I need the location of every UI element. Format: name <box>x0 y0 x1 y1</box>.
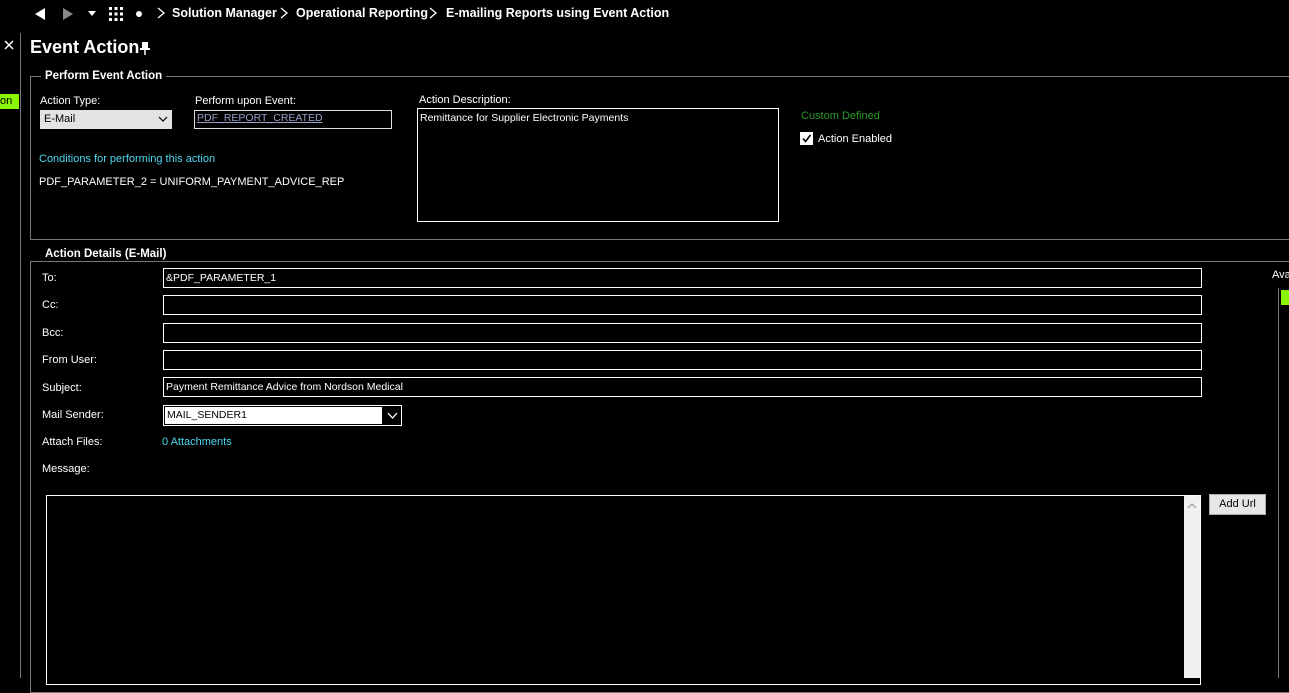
perform-upon-event-field[interactable]: PDF_REPORT_CREATED <box>194 110 392 129</box>
left-navigator-panel <box>0 33 21 678</box>
add-url-button[interactable]: Add Url <box>1209 494 1266 515</box>
breadcrumb-separator-icon <box>280 7 289 19</box>
action-description-textarea[interactable]: Remittance for Supplier Electronic Payme… <box>417 108 779 222</box>
right-panel-tab[interactable] <box>1281 290 1289 305</box>
action-details-legend: Action Details (E-Mail) <box>41 248 171 260</box>
breadcrumb-item-solution-manager[interactable]: Solution Manager <box>172 6 277 20</box>
scroll-up-icon <box>1187 503 1197 509</box>
subject-field[interactable]: Payment Remittance Advice from Nordson M… <box>163 377 1202 397</box>
right-panel-label: Ava <box>1272 269 1289 281</box>
attachments-link[interactable]: 0 Attachments <box>162 436 232 448</box>
history-dropdown-button[interactable] <box>84 3 100 25</box>
mail-sender-select[interactable]: MAIL_SENDER1 <box>163 405 402 426</box>
forward-button[interactable] <box>58 3 78 25</box>
breadcrumb-item-current-page[interactable]: E-mailing Reports using Event Action <box>446 6 669 20</box>
message-label: Message: <box>42 463 90 475</box>
action-enabled-label[interactable]: Action Enabled <box>818 133 892 145</box>
breadcrumb-separator-icon <box>157 7 166 19</box>
chevron-down-icon <box>88 11 96 16</box>
action-type-select[interactable]: E-Mail <box>40 110 172 129</box>
message-textarea[interactable] <box>46 495 1201 685</box>
back-button[interactable] <box>30 3 50 25</box>
cc-label: Cc: <box>42 299 59 311</box>
cc-field[interactable] <box>163 295 1202 315</box>
dot-icon <box>136 11 142 17</box>
chevron-down-icon <box>158 116 168 122</box>
mail-sender-label: Mail Sender: <box>42 409 104 421</box>
apps-grid-icon <box>109 7 123 21</box>
page-title: Event Action <box>30 37 140 57</box>
pin-button[interactable] <box>138 40 152 56</box>
checkmark-icon <box>802 134 812 143</box>
to-field[interactable]: &PDF_PARAMETER_1 <box>163 268 1202 288</box>
conditions-value: PDF_PARAMETER_2 = UNIFORM_PAYMENT_ADVICE… <box>39 176 345 188</box>
bcc-label: Bcc: <box>42 327 64 339</box>
home-dot-button[interactable] <box>132 3 146 25</box>
forward-arrow-icon <box>63 8 73 20</box>
from-user-label: From User: <box>42 354 97 366</box>
attach-files-label: Attach Files: <box>42 436 103 448</box>
custom-defined-label: Custom Defined <box>801 110 880 122</box>
message-scrollbar[interactable] <box>1184 496 1200 678</box>
action-enabled-checkbox[interactable] <box>800 132 813 145</box>
navigator-button[interactable] <box>106 3 126 25</box>
to-label: To: <box>42 272 57 284</box>
close-panel-button[interactable] <box>2 38 16 52</box>
from-user-field[interactable] <box>163 350 1202 370</box>
action-description-label: Action Description: <box>419 94 511 106</box>
back-arrow-icon <box>35 8 45 20</box>
action-type-label: Action Type: <box>40 95 101 107</box>
action-type-value: E-Mail <box>44 113 76 125</box>
left-panel-tab[interactable]: on <box>0 94 19 109</box>
perform-event-action-legend: Perform Event Action <box>41 70 167 82</box>
breadcrumb-separator-icon <box>429 7 438 19</box>
subject-label: Subject: <box>42 382 82 394</box>
bcc-field[interactable] <box>163 323 1202 343</box>
conditions-link[interactable]: Conditions for performing this action <box>39 153 215 165</box>
perform-upon-event-label: Perform upon Event: <box>195 95 296 107</box>
pin-icon <box>140 42 150 55</box>
chevron-down-icon <box>387 412 398 419</box>
mail-sender-value: MAIL_SENDER1 <box>165 407 382 424</box>
breadcrumb-item-operational-reporting[interactable]: Operational Reporting <box>296 6 428 20</box>
close-icon <box>4 40 14 50</box>
right-side-panel <box>1278 288 1289 678</box>
